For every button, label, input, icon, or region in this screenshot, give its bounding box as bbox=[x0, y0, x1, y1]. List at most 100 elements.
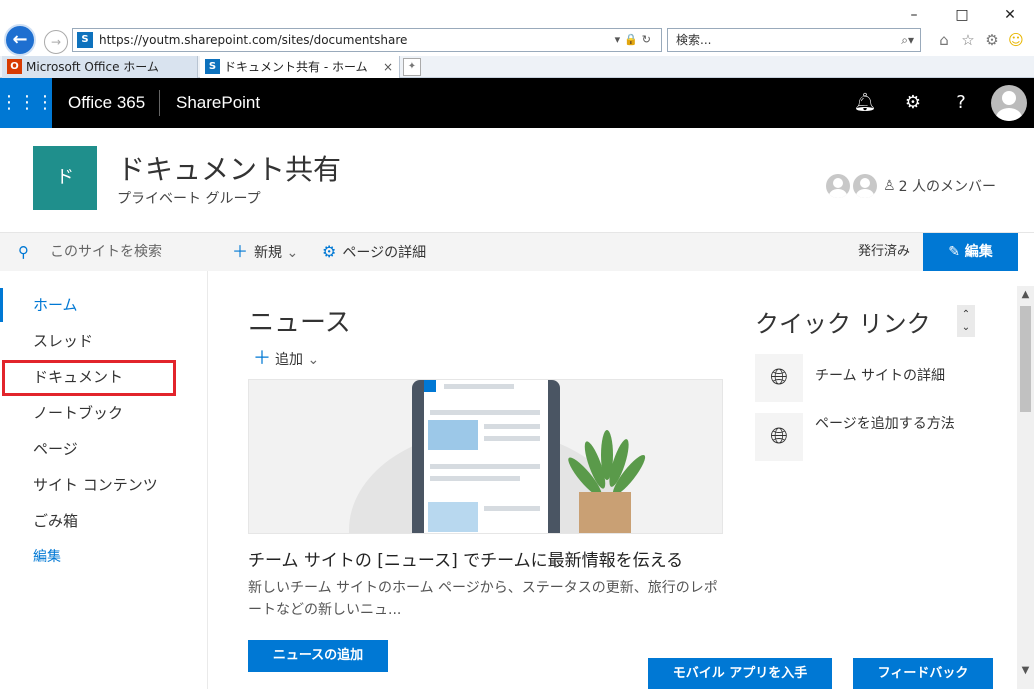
user-avatar[interactable] bbox=[991, 85, 1027, 121]
news-description: 新しいチーム サイトのホーム ページから、ステータスの更新、旅行のレポートなどの… bbox=[248, 580, 718, 618]
person-icon: ♙ bbox=[883, 178, 896, 194]
page-details-button[interactable]: ⚙ ページの詳細 bbox=[322, 233, 426, 272]
reorder-arrows-icon[interactable]: ⌃ ⌄ bbox=[957, 305, 975, 337]
browser-search-placeholder: 検索... bbox=[676, 33, 712, 47]
search-icon: ⚲ bbox=[18, 243, 29, 261]
office-suite-bar: ⋮⋮⋮ Office 365 SharePoint 🔔︎ ⚙ ? bbox=[0, 78, 1034, 128]
site-search-input[interactable]: ⚲ このサイトを検索 bbox=[0, 233, 208, 271]
tab-document-share[interactable]: S ドキュメント共有 - ホーム × bbox=[200, 56, 400, 78]
site-title[interactable]: ドキュメント共有 bbox=[117, 148, 341, 188]
tab-label: ドキュメント共有 - ホーム bbox=[224, 60, 368, 74]
sharepoint-favicon-icon: S bbox=[77, 32, 93, 48]
new-label: 新規 bbox=[254, 245, 283, 261]
nav-item-threads[interactable]: スレッド bbox=[0, 324, 208, 358]
screen-image bbox=[428, 502, 478, 532]
add-news-button[interactable]: ニュースの追加 bbox=[248, 640, 388, 672]
tab-close-icon[interactable]: × bbox=[383, 56, 393, 78]
back-button[interactable]: ← bbox=[4, 24, 36, 56]
new-button[interactable]: ＋ 新規 ⌄ bbox=[232, 233, 298, 272]
favorites-star-icon[interactable]: ☆ bbox=[958, 30, 978, 50]
left-navigation: ⚲ このサイトを検索 ホーム スレッド ドキュメント ノートブック ページ サイ… bbox=[0, 233, 208, 689]
pencil-icon: ✎ bbox=[948, 244, 960, 260]
site-subtitle: プライベート グループ bbox=[117, 191, 261, 207]
new-tab-button[interactable]: ✦ bbox=[403, 58, 421, 76]
site-header: ド ドキュメント共有 プライベート グループ ♙ 2 人のメンバー bbox=[0, 128, 1034, 233]
nav-item-notebook[interactable]: ノートブック bbox=[0, 396, 208, 430]
nav-item-recycle-bin[interactable]: ごみ箱 bbox=[0, 504, 208, 538]
screen-line bbox=[484, 436, 540, 441]
browser-tab-strip: O Microsoft Office ホーム S ドキュメント共有 - ホーム … bbox=[0, 56, 1034, 78]
highlight-box bbox=[2, 360, 176, 396]
screen-line bbox=[430, 410, 540, 415]
screen-line bbox=[430, 464, 540, 469]
site-logo[interactable]: ド bbox=[33, 146, 97, 210]
sharepoint-favicon-icon: S bbox=[205, 59, 220, 74]
globe-icon: 🌐︎ bbox=[755, 413, 803, 461]
home-icon[interactable]: ⌂ bbox=[934, 30, 954, 50]
screen-line bbox=[484, 424, 540, 429]
add-news-link[interactable]: ＋追加 ⌄ bbox=[253, 344, 319, 370]
scroll-down-arrow-icon[interactable]: ▼ bbox=[1017, 662, 1034, 679]
publish-status: 発行済み bbox=[858, 244, 911, 259]
phone-screen bbox=[424, 380, 548, 533]
group-members[interactable]: ♙ 2 人のメンバー bbox=[826, 174, 996, 198]
nav-item-site-contents[interactable]: サイト コンテンツ bbox=[0, 468, 208, 502]
gear-icon: ⚙ bbox=[322, 242, 337, 261]
news-heading: ニュース bbox=[248, 308, 351, 338]
member-avatar bbox=[826, 174, 851, 198]
settings-gear-icon[interactable]: ⚙ bbox=[982, 30, 1002, 50]
browser-toolbar: ⌂ ☆ ⚙ ☺ bbox=[934, 30, 1026, 50]
site-search-placeholder: このサイトを検索 bbox=[50, 244, 162, 260]
add-label: 追加 bbox=[275, 352, 303, 368]
settings-gear-icon[interactable]: ⚙ bbox=[898, 78, 928, 128]
search-icon[interactable]: ⌕▾ bbox=[901, 29, 914, 51]
feedback-button[interactable]: フィードバック bbox=[853, 658, 993, 689]
scroll-thumb[interactable] bbox=[1020, 306, 1031, 412]
office365-link[interactable]: Office 365 bbox=[68, 78, 145, 128]
office-favicon-icon: O bbox=[7, 59, 22, 74]
screen-logo bbox=[424, 380, 436, 392]
get-mobile-app-button[interactable]: モバイル アプリを入手 bbox=[648, 658, 832, 689]
command-bar: ＋ 新規 ⌄ ⚙ ページの詳細 発行済み ✎ 編集 bbox=[208, 233, 1018, 271]
plus-icon: ＋ bbox=[253, 348, 271, 369]
screen-line bbox=[430, 476, 520, 481]
sharepoint-link[interactable]: SharePoint bbox=[176, 78, 260, 128]
plus-icon: ＋ bbox=[232, 242, 249, 261]
forward-button[interactable]: → bbox=[44, 30, 68, 54]
quick-link-label: ページを追加する方法 bbox=[815, 416, 955, 432]
edit-page-button[interactable]: ✎ 編集 bbox=[923, 233, 1018, 271]
suite-divider bbox=[159, 90, 160, 116]
members-count: 2 人のメンバー bbox=[898, 179, 996, 195]
screen-line bbox=[444, 384, 514, 389]
page-details-label: ページの詳細 bbox=[342, 245, 427, 261]
nav-item-home[interactable]: ホーム bbox=[0, 288, 208, 322]
browser-search-input[interactable]: 検索... ⌕▾ bbox=[667, 28, 921, 52]
tab-label: Microsoft Office ホーム bbox=[26, 60, 159, 74]
screen-line bbox=[484, 506, 540, 511]
nav-edit-link[interactable]: 編集 bbox=[0, 540, 208, 574]
quick-link-label: チーム サイトの詳細 bbox=[815, 368, 946, 384]
page-scrollbar[interactable]: ▲ ▼ bbox=[1017, 286, 1034, 689]
smiley-feedback-icon[interactable]: ☺ bbox=[1006, 30, 1026, 50]
screen-image bbox=[428, 420, 478, 450]
news-headline[interactable]: チーム サイトの [ニュース] でチームに最新情報を伝える bbox=[248, 546, 683, 571]
address-bar-row: ← → S https://youtm.sharepoint.com/sites… bbox=[0, 22, 1034, 56]
notifications-bell-icon[interactable]: 🔔︎ bbox=[850, 78, 880, 128]
member-avatar bbox=[853, 174, 878, 198]
globe-icon: 🌐︎ bbox=[755, 354, 803, 402]
forward-arrow-icon: → bbox=[50, 35, 62, 49]
tab-office-home[interactable]: O Microsoft Office ホーム bbox=[2, 56, 198, 78]
url-text: https://youtm.sharepoint.com/sites/docum… bbox=[99, 33, 408, 47]
url-controls[interactable]: ▾🔒↻ bbox=[615, 29, 655, 51]
back-arrow-icon: ← bbox=[12, 29, 28, 50]
help-question-icon[interactable]: ? bbox=[946, 78, 976, 128]
chevron-down-icon: ⌄ bbox=[286, 245, 299, 261]
news-illustration[interactable] bbox=[248, 379, 723, 534]
url-input[interactable]: S https://youtm.sharepoint.com/sites/doc… bbox=[72, 28, 662, 52]
chevron-down-icon: ⌄ bbox=[307, 352, 320, 368]
scroll-up-arrow-icon[interactable]: ▲ bbox=[1017, 286, 1034, 303]
quick-links-heading: クイック リンク bbox=[755, 310, 931, 338]
nav-item-pages[interactable]: ページ bbox=[0, 432, 208, 466]
app-launcher-waffle-icon[interactable]: ⋮⋮⋮ bbox=[0, 78, 54, 128]
edit-label: 編集 bbox=[964, 244, 993, 260]
